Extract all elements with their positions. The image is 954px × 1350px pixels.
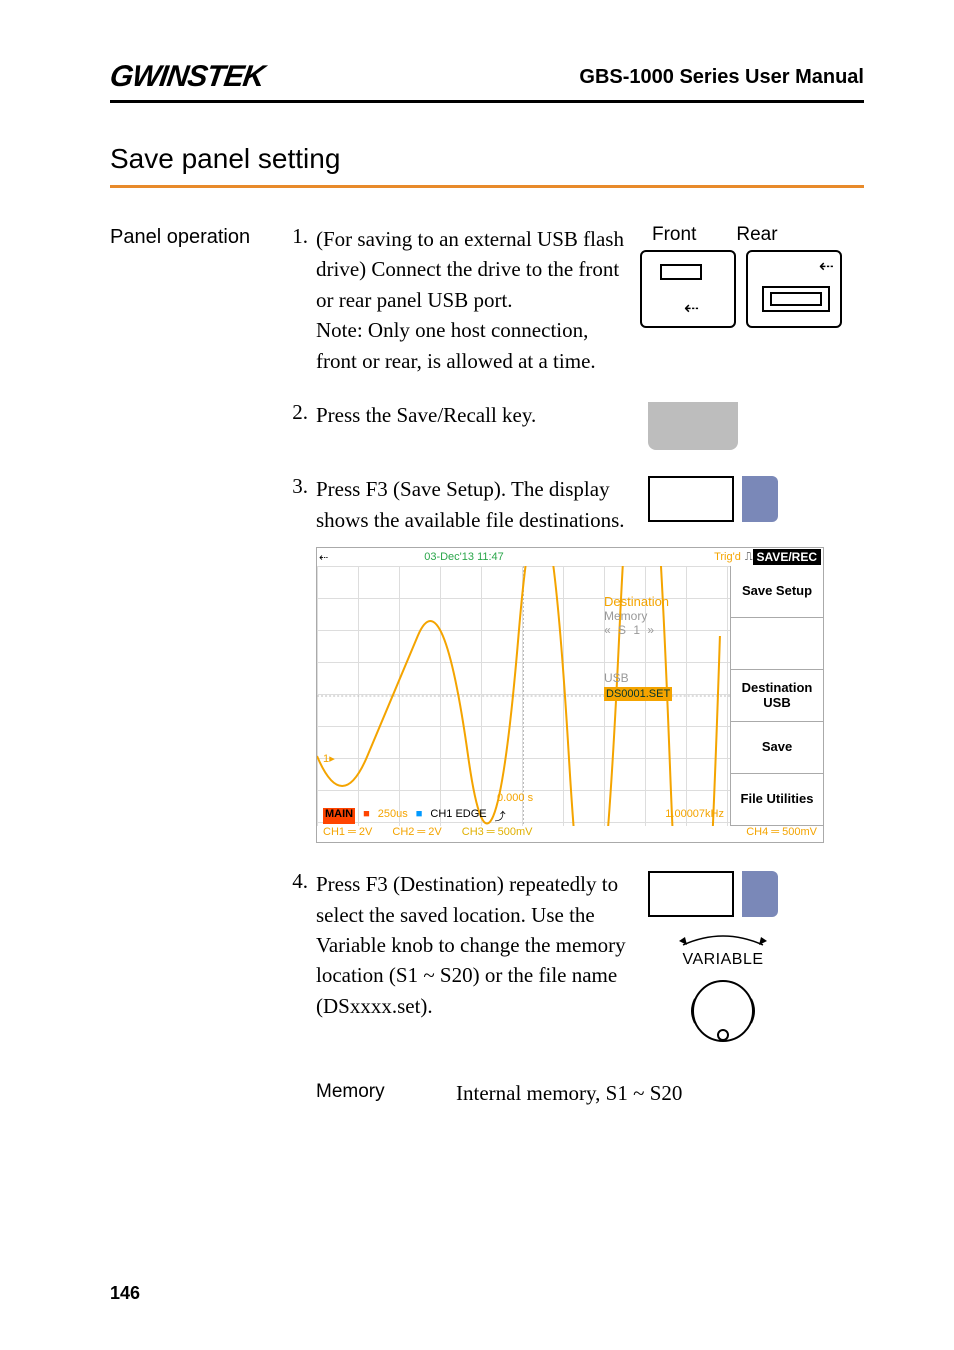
step-2-row: 2. Press the Save/Recall key. [110,400,864,450]
ch4-readout: CH4 ═ 500mV [746,826,817,842]
rear-port-icon: ⇠ [746,250,842,328]
ch3-readout: CH3 ═ 500mV [462,826,533,842]
destination-usb-label: USB [604,671,724,685]
page-number: 146 [110,1283,140,1304]
front-port-icon: ⇠ [640,250,736,328]
time-center: 0.000 s [497,792,533,804]
section-rule [110,185,864,188]
step-text: (For saving to an external USB flash dri… [316,224,640,376]
save-recall-key-icon [648,402,738,450]
page-header: GWINSTEK GBS-1000 Series User Manual [110,60,864,94]
variable-label: VARIABLE [658,951,788,969]
softkey-file-utilities[interactable]: File Utilities [731,774,823,826]
destination-memory-label: Memory [604,609,724,623]
header-rule [110,100,864,103]
step-3-row: 3. Press F3 (Save Setup). The display sh… [110,474,864,535]
main-label: MAIN [323,808,355,824]
side-label: Panel operation [110,224,280,249]
step-text: Press the Save/Recall key. [316,400,640,430]
destination-filename: DS0001.SET [604,687,672,701]
brand-logo: GWINSTEK [110,60,264,94]
svg-text:1▸: 1▸ [323,753,335,765]
brand-text: GWINSTEK [108,60,266,94]
front-label: Front [652,224,696,246]
usb-icon: ⇠ [319,551,328,564]
usb-port-diagram: Front Rear ⇠ ⇠ [640,224,864,328]
memory-description-row: Memory Internal memory, S1 ~ S20 [316,1081,864,1106]
destination-memory-value: « S 1 » [604,623,724,637]
step-number: 3. [280,474,316,499]
scope-menu-title: SAVE/REC [753,549,821,565]
destination-title: Destination [604,594,724,609]
usb-icon: ⇠ [819,256,834,277]
scope-softkey-menu: Save Setup Destination USB Save File Uti… [731,566,823,826]
frequency-readout: 1.00007kHz [665,808,724,824]
knob-arrows-icon [663,931,783,949]
oscilloscope-screenshot: ⇠ 03-Dec'13 11:47 Trig'd ⎍ SAVE/REC 1▸ D… [316,547,824,843]
usb-icon: ⇠ [684,298,699,319]
ch1-readout: CH1 ═ 2V [323,826,372,842]
memory-label: Memory [316,1081,416,1106]
step-number: 4. [280,869,316,894]
f3-key-icon [648,871,864,917]
ch2-readout: CH2 ═ 2V [392,826,441,842]
scope-trigger-status: Trig'd [714,551,741,563]
edge-icon: ⤴ [495,808,506,824]
step-number: 1. [280,224,316,249]
softkey-save[interactable]: Save [731,722,823,774]
step-1-row: Panel operation 1. (For saving to an ext… [110,224,864,376]
knob-icon [683,971,763,1051]
destination-overlay: Destination Memory « S 1 » USB DS0001.SE… [604,594,724,701]
scope-waveform-area: 1▸ Destination Memory « S 1 » USB DS0001… [317,566,731,826]
step-number: 2. [280,400,316,425]
document-title: GBS-1000 Series User Manual [579,66,864,89]
softkey-save-setup[interactable]: Save Setup [731,566,823,618]
memory-description: Internal memory, S1 ~ S20 [456,1081,682,1106]
softkey-empty[interactable] [731,618,823,670]
trigger-source: CH1 EDGE [430,808,486,824]
variable-knob-diagram: VARIABLE [658,931,788,1057]
rear-label: Rear [736,224,777,246]
section-title: Save panel setting [110,143,864,175]
softkey-destination[interactable]: Destination USB [731,670,823,722]
step-text: Press F3 (Save Setup). The display shows… [316,474,640,535]
scope-datetime: 03-Dec'13 11:47 [424,551,504,563]
step-4-row: 4. Press F3 (Destination) repeatedly to … [110,869,864,1057]
f3-key-icon [648,476,864,522]
timebase-value: 250us [378,808,408,824]
trigger-icon: ⎍ [745,551,753,564]
step-text: Press F3 (Destination) repeatedly to sel… [316,869,640,1021]
